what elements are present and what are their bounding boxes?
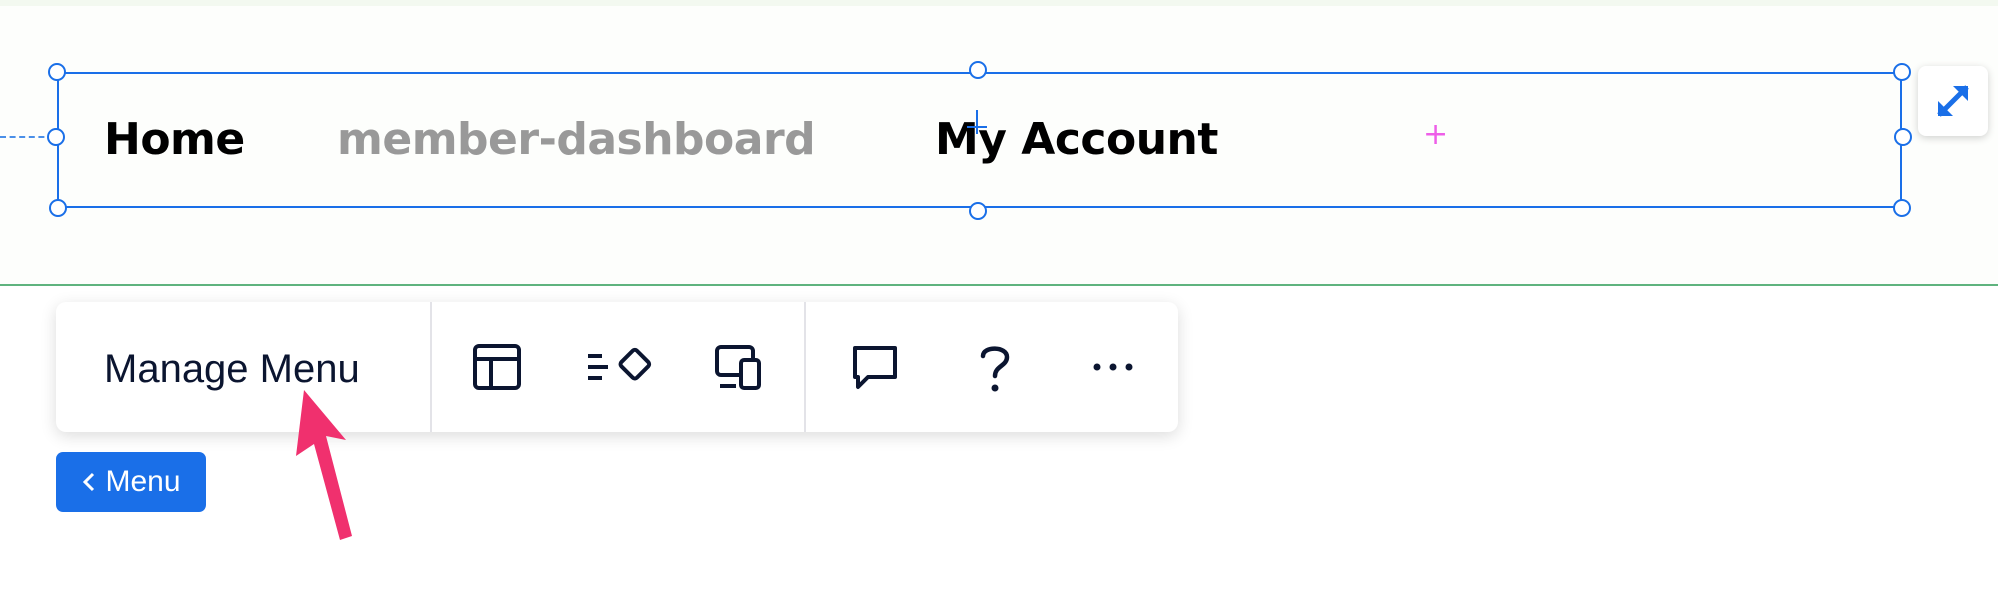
comment-button[interactable] <box>848 340 902 394</box>
toolbar-divider <box>804 302 806 432</box>
help-icon <box>980 346 1010 392</box>
more-icon <box>1093 363 1133 371</box>
top-strip <box>0 0 1998 6</box>
resize-handle-bottom-left[interactable] <box>49 199 67 217</box>
devices-button[interactable] <box>712 340 766 394</box>
menu-item-home[interactable]: Home <box>104 110 245 170</box>
resize-handle-bottom-center[interactable] <box>969 202 987 220</box>
floating-toolbar: Manage Menu <box>56 302 1178 432</box>
animation-button[interactable] <box>584 340 664 394</box>
toolbar-divider <box>430 302 432 432</box>
resize-handle-bottom-right[interactable] <box>1893 199 1911 217</box>
resize-handle-middle-right[interactable] <box>1894 128 1912 146</box>
annotation-arrow-icon <box>296 390 352 540</box>
layout-button[interactable] <box>470 340 524 394</box>
resize-handle-top-left[interactable] <box>48 63 66 81</box>
manage-menu-button[interactable]: Manage Menu <box>104 346 360 392</box>
section-divider-line <box>0 284 1998 286</box>
menu-item-member-dashboard[interactable]: member-dashboard <box>337 110 816 170</box>
resize-handle-top-center[interactable] <box>969 61 987 79</box>
stretch-button[interactable] <box>1918 66 1988 136</box>
devices-icon <box>715 345 761 390</box>
animation-icon <box>588 347 652 381</box>
resize-handle-top-right[interactable] <box>1893 63 1911 81</box>
add-item-plus-icon[interactable]: + <box>1423 120 1448 150</box>
alignment-guide <box>0 136 54 138</box>
comment-icon <box>853 346 897 389</box>
back-to-menu-button[interactable]: Menu <box>56 452 206 512</box>
layout-icon <box>473 344 521 390</box>
resize-handle-middle-left[interactable] <box>47 128 65 146</box>
expand-arrows-icon <box>1937 85 1969 117</box>
chevron-left-icon <box>83 472 95 492</box>
more-button[interactable] <box>1086 340 1140 394</box>
back-button-label: Menu <box>105 465 181 498</box>
help-button[interactable] <box>968 340 1022 394</box>
